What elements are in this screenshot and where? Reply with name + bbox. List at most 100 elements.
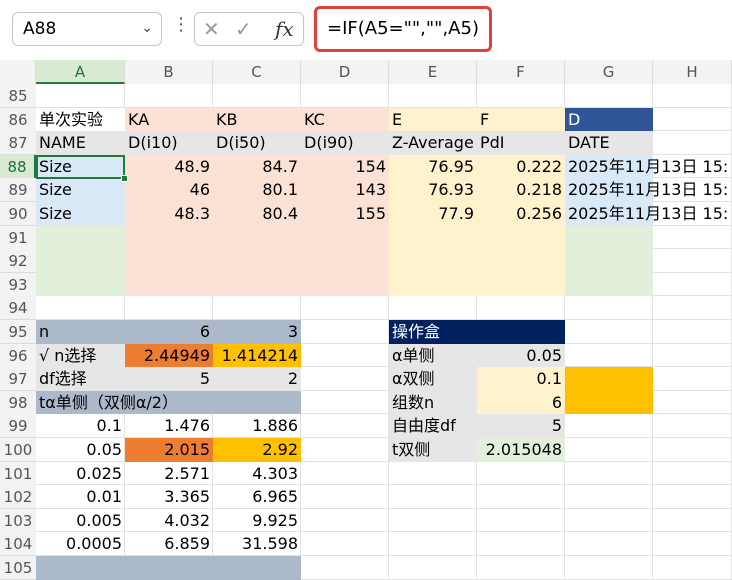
cancel-icon[interactable]: ✕ xyxy=(203,17,220,41)
cell-a104[interactable]: 0.0005 xyxy=(36,532,125,556)
cell-c86[interactable]: KB xyxy=(213,108,301,132)
column-header-f[interactable]: F xyxy=(477,60,565,84)
row-header-100[interactable]: 100 xyxy=(0,438,36,462)
cell-f96[interactable]: 0.05 xyxy=(477,344,565,368)
cell-c87[interactable]: D(i50) xyxy=(213,131,301,155)
cell-e86[interactable]: E xyxy=(389,108,477,132)
cell-a90[interactable]: Size xyxy=(36,202,125,226)
cell-c104[interactable]: 31.598 xyxy=(213,532,301,556)
cell-b90[interactable]: 48.3 xyxy=(125,202,213,226)
row-header-91[interactable]: 91 xyxy=(0,225,36,250)
cell-g86[interactable]: D xyxy=(565,108,653,132)
confirm-icon[interactable]: ✓ xyxy=(235,17,252,41)
row-header-104[interactable]: 104 xyxy=(0,532,36,557)
cell-a97[interactable]: df选择 xyxy=(36,367,125,391)
fx-icon[interactable]: fx xyxy=(275,17,294,41)
cell-c88[interactable]: 84.7 xyxy=(213,155,301,179)
row-header-96[interactable]: 96 xyxy=(0,343,36,368)
cell-f88[interactable]: 0.222 xyxy=(477,155,565,179)
cell-d87[interactable]: D(i90) xyxy=(301,131,389,155)
row-header-88[interactable]: 88 xyxy=(0,154,36,179)
column-header-d[interactable]: D xyxy=(301,60,389,84)
cell-d90[interactable]: 155 xyxy=(301,202,389,226)
cell-e89[interactable]: 76.93 xyxy=(389,178,477,202)
cell-c102[interactable]: 6.965 xyxy=(213,485,301,509)
cell-d88[interactable]: 154 xyxy=(301,155,389,179)
cell-b86[interactable]: KA xyxy=(125,108,213,132)
row-header-94[interactable]: 94 xyxy=(0,296,36,321)
row-header-92[interactable]: 92 xyxy=(0,249,36,274)
cell-c99[interactable]: 1.886 xyxy=(213,414,301,438)
cell-b89[interactable]: 46 xyxy=(125,178,213,202)
cell-f97[interactable]: 0.1 xyxy=(477,367,565,391)
column-header-a[interactable]: A xyxy=(36,60,125,84)
cell-b103[interactable]: 4.032 xyxy=(125,509,213,533)
column-header-h[interactable]: H xyxy=(653,60,732,84)
row-header-99[interactable]: 99 xyxy=(0,414,36,439)
column-header-e[interactable]: E xyxy=(389,60,477,84)
cell-f87[interactable]: PdI xyxy=(477,131,565,155)
cell-e88[interactable]: 76.95 xyxy=(389,155,477,179)
cell-e97[interactable]: α双侧 xyxy=(389,367,477,391)
cell-e99[interactable]: 自由度df xyxy=(389,414,477,438)
cell-a98[interactable]: tα单侧（双侧α/2） xyxy=(36,391,301,415)
row-header-102[interactable]: 102 xyxy=(0,485,36,510)
cell-f99[interactable]: 5 xyxy=(477,414,565,438)
cell-a101[interactable]: 0.025 xyxy=(36,462,125,486)
row-header-86[interactable]: 86 xyxy=(0,107,36,132)
spreadsheet-grid[interactable]: A B C D E F G H 85 86 87 88 89 90 91 92 93 94 95 96 97 98 99 10… xyxy=(0,60,732,580)
row-header-95[interactable]: 95 xyxy=(0,320,36,344)
cell-f100[interactable]: 2.015048 xyxy=(477,438,565,462)
cell-a89[interactable]: Size xyxy=(36,178,125,202)
row-header-97[interactable]: 97 xyxy=(0,367,36,392)
cell-c89[interactable]: 80.1 xyxy=(213,178,301,202)
cell-f86[interactable]: F xyxy=(477,108,565,132)
cell-c97[interactable]: 2 xyxy=(213,367,301,391)
cell-e95[interactable]: 操作盒 xyxy=(389,320,565,344)
cell-c96[interactable]: 1.414214 xyxy=(213,344,301,368)
row-header-93[interactable]: 93 xyxy=(0,272,36,297)
cell-e96[interactable]: α单侧 xyxy=(389,344,477,368)
cell-b102[interactable]: 3.365 xyxy=(125,485,213,509)
chevron-down-icon[interactable]: ⌄ xyxy=(141,20,153,36)
cell-f98[interactable]: 6 xyxy=(477,391,565,415)
cell-a86[interactable]: 单次实验 xyxy=(36,108,125,132)
column-header-b[interactable]: B xyxy=(125,60,213,84)
fill-handle[interactable] xyxy=(121,174,128,182)
cell-b87[interactable]: D(i10) xyxy=(125,131,213,155)
row-header-105[interactable]: 105 xyxy=(0,556,36,580)
cell-e100[interactable]: t双侧 xyxy=(389,438,477,462)
cell-g88[interactable]: 2025年11月13日 15: xyxy=(565,155,732,179)
cell-e87[interactable]: Z-Average xyxy=(389,131,477,155)
cell-a87[interactable]: NAME xyxy=(36,131,125,155)
cell-f90[interactable]: 0.256 xyxy=(477,202,565,226)
cell-a103[interactable]: 0.005 xyxy=(36,509,125,533)
name-box[interactable]: A88 ⌄ xyxy=(12,12,162,46)
row-header-89[interactable]: 89 xyxy=(0,178,36,203)
cell-a102[interactable]: 0.01 xyxy=(36,485,125,509)
cell-e98[interactable]: 组数n xyxy=(389,391,477,415)
cell-b95[interactable]: 6 xyxy=(125,320,213,344)
cell-f89[interactable]: 0.218 xyxy=(477,178,565,202)
row-header-103[interactable]: 103 xyxy=(0,508,36,533)
cell-c95[interactable]: 3 xyxy=(213,320,301,344)
row-header-87[interactable]: 87 xyxy=(0,131,36,156)
cell-c100[interactable]: 2.92 xyxy=(213,438,301,462)
cell-b100[interactable]: 2.015 xyxy=(125,438,213,462)
column-header-g[interactable]: G xyxy=(565,60,653,84)
cell-d86[interactable]: KC xyxy=(301,108,389,132)
cell-b99[interactable]: 1.476 xyxy=(125,414,213,438)
cell-b97[interactable]: 5 xyxy=(125,367,213,391)
formula-input[interactable]: =IF(A5="","",A5) xyxy=(314,6,492,52)
row-header-101[interactable]: 101 xyxy=(0,461,36,486)
cell-g90[interactable]: 2025年11月13日 15: xyxy=(565,202,732,226)
cell-b101[interactable]: 2.571 xyxy=(125,462,213,486)
row-header-85[interactable]: 85 xyxy=(0,84,36,108)
cell-b96[interactable]: 2.44949 xyxy=(125,344,213,368)
cell-c103[interactable]: 9.925 xyxy=(213,509,301,533)
cell-b104[interactable]: 6.859 xyxy=(125,532,213,556)
column-header-c[interactable]: C xyxy=(213,60,301,84)
cell-b88[interactable]: 48.9 xyxy=(125,155,213,179)
cell-a95[interactable]: n xyxy=(36,320,125,344)
cell-d89[interactable]: 143 xyxy=(301,178,389,202)
